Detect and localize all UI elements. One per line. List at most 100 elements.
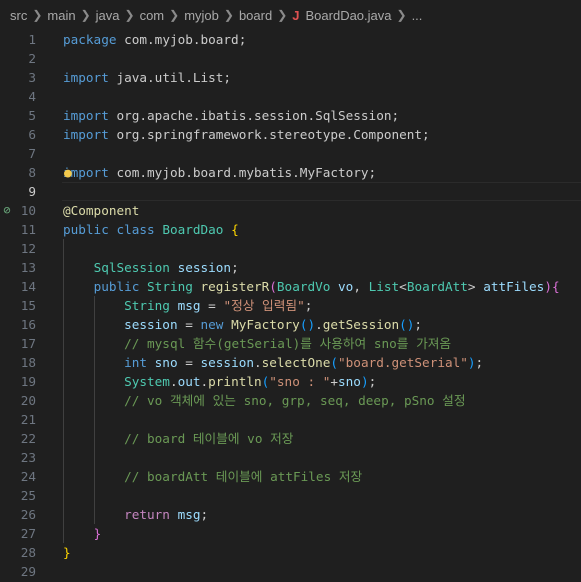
- chevron-right-icon: ❯: [223, 8, 234, 22]
- line-number: 17: [20, 336, 36, 351]
- breadcrumb-file-name[interactable]: BoardDao.java: [306, 8, 392, 23]
- indent-guide: [93, 486, 95, 505]
- breadcrumb-symbols-ellipsis[interactable]: ...: [412, 8, 423, 23]
- chevron-right-icon: ❯: [396, 8, 407, 22]
- chevron-right-icon: ❯: [169, 8, 180, 22]
- code-line[interactable]: 1 package com.myjob.board;: [0, 30, 581, 49]
- code-line[interactable]: 23: [0, 448, 581, 467]
- breadcrumb-item-java[interactable]: java: [96, 8, 120, 23]
- code-line[interactable]: 16 session = new MyFactory().getSession(…: [0, 315, 581, 334]
- code-token: "정상 입력됨": [223, 298, 305, 313]
- code-token: List: [368, 279, 400, 294]
- line-number: 8: [28, 165, 36, 180]
- code-token: ): [544, 279, 552, 294]
- code-text: import org.apache.ibatis.session.SqlSess…: [63, 106, 399, 125]
- code-token: MyFactory: [231, 317, 300, 332]
- code-token: new: [200, 317, 224, 332]
- code-token: ,: [353, 279, 369, 294]
- code-line[interactable]: 24 // boardAtt 테이블에 attFiles 저장: [0, 467, 581, 486]
- code-token: String: [147, 279, 193, 294]
- code-line[interactable]: 5 import org.apache.ibatis.session.SqlSes…: [0, 106, 581, 125]
- code-token: >: [467, 279, 484, 294]
- run-test-icon[interactable]: ⊘: [0, 201, 14, 220]
- code-token: println: [208, 374, 262, 389]
- code-token: session: [177, 260, 232, 275]
- code-line[interactable]: 2: [0, 49, 581, 68]
- breadcrumb-item-src[interactable]: src: [10, 8, 27, 23]
- line-number: 10: [20, 203, 36, 218]
- breadcrumb-item-main[interactable]: main: [47, 8, 75, 23]
- code-line[interactable]: 27 }: [0, 524, 581, 543]
- code-line[interactable]: 19 System.out.println("sno : "+sno);: [0, 372, 581, 391]
- indent-guide: [93, 410, 95, 429]
- code-line[interactable]: 21: [0, 410, 581, 429]
- code-token: org.apache.ibatis.session.SqlSession;: [108, 108, 400, 123]
- code-line[interactable]: 4: [0, 87, 581, 106]
- code-line[interactable]: 14 public String registerR(BoardVo vo, L…: [0, 277, 581, 296]
- code-line[interactable]: 17 // mysql 함수(getSerial)를 사용하여 sno를 가져옴: [0, 334, 581, 353]
- code-token: BoardVo: [276, 279, 331, 294]
- line-number: 18: [20, 355, 36, 370]
- lightbulb-icon[interactable]: ●: [64, 164, 72, 183]
- code-token: .: [169, 374, 178, 389]
- code-token: {: [551, 279, 560, 294]
- code-editor[interactable]: 1 package com.myjob.board; 2 3 import java.u…: [0, 30, 581, 581]
- code-token: registerR: [200, 279, 270, 294]
- line-number: 20: [20, 393, 36, 408]
- code-text: SqlSession session;: [63, 258, 239, 277]
- code-line[interactable]: 29: [0, 562, 581, 581]
- code-token: (): [399, 317, 415, 332]
- code-token: {: [231, 222, 239, 237]
- indent-guide: [63, 486, 64, 505]
- breadcrumb-item-myjob[interactable]: myjob: [184, 8, 219, 23]
- code-line[interactable]: 11 public class BoardDao {: [0, 220, 581, 239]
- code-token: ;: [304, 298, 313, 313]
- breadcrumb-item-board[interactable]: board: [239, 8, 272, 23]
- line-number: 15: [20, 298, 36, 313]
- code-token: public: [63, 222, 109, 237]
- code-token: selectOne: [261, 355, 331, 370]
- code-token: =: [177, 317, 201, 332]
- code-line[interactable]: 22 // board 테이블에 vo 저장: [0, 429, 581, 448]
- code-line[interactable]: 13 SqlSession session;: [0, 258, 581, 277]
- code-token: com.myjob.board;: [116, 32, 247, 47]
- code-token: msg: [177, 298, 201, 313]
- code-line[interactable]: 12: [0, 239, 581, 258]
- code-token: // mysql 함수(getSerial)를 사용하여 sno를 가져옴: [124, 336, 452, 351]
- code-token: java.util.List;: [108, 70, 232, 85]
- line-number: 25: [20, 488, 36, 503]
- code-token: com.myjob.board.mybatis.MyFactory;: [108, 165, 377, 180]
- indent-guide: [93, 448, 95, 467]
- line-number: 27: [20, 526, 36, 541]
- code-text: // boardAtt 테이블에 attFiles 저장: [63, 467, 362, 486]
- code-line[interactable]: 9: [0, 182, 581, 201]
- chevron-right-icon: ❯: [32, 8, 43, 22]
- code-token: .: [200, 374, 209, 389]
- code-line[interactable]: 25: [0, 486, 581, 505]
- code-line[interactable]: 6 import org.springframework.stereotype.C…: [0, 125, 581, 144]
- code-line[interactable]: 28}: [0, 543, 581, 562]
- breadcrumb-item-com[interactable]: com: [140, 8, 165, 23]
- code-text: import org.springframework.stereotype.Co…: [63, 125, 430, 144]
- line-number: 16: [20, 317, 36, 332]
- code-token: .: [254, 355, 262, 370]
- code-token: import: [63, 108, 109, 123]
- code-line[interactable]: 26 return msg;: [0, 505, 581, 524]
- code-token: (: [269, 279, 277, 294]
- code-line[interactable]: 8 import com.myjob.board.mybatis.MyFactor…: [0, 163, 581, 182]
- code-line[interactable]: 18 int sno = session.selectOne("board.ge…: [0, 353, 581, 372]
- code-text: // board 테이블에 vo 저장: [63, 429, 293, 448]
- code-line[interactable]: ⊘ 10 @Component: [0, 201, 581, 220]
- code-line[interactable]: 3 import java.util.List;: [0, 68, 581, 87]
- line-number: 23: [20, 450, 36, 465]
- code-token: ): [360, 374, 369, 389]
- code-token: }: [93, 526, 102, 541]
- code-line[interactable]: 15 String msg = "정상 입력됨";: [0, 296, 581, 315]
- code-line[interactable]: 20 // vo 객체에 있는 sno, grp, seq, deep, pSn…: [0, 391, 581, 410]
- code-token: // vo 객체에 있는 sno, grp, seq, deep, pSno 설…: [124, 393, 466, 408]
- code-line[interactable]: 7: [0, 144, 581, 163]
- line-number: 26: [20, 507, 36, 522]
